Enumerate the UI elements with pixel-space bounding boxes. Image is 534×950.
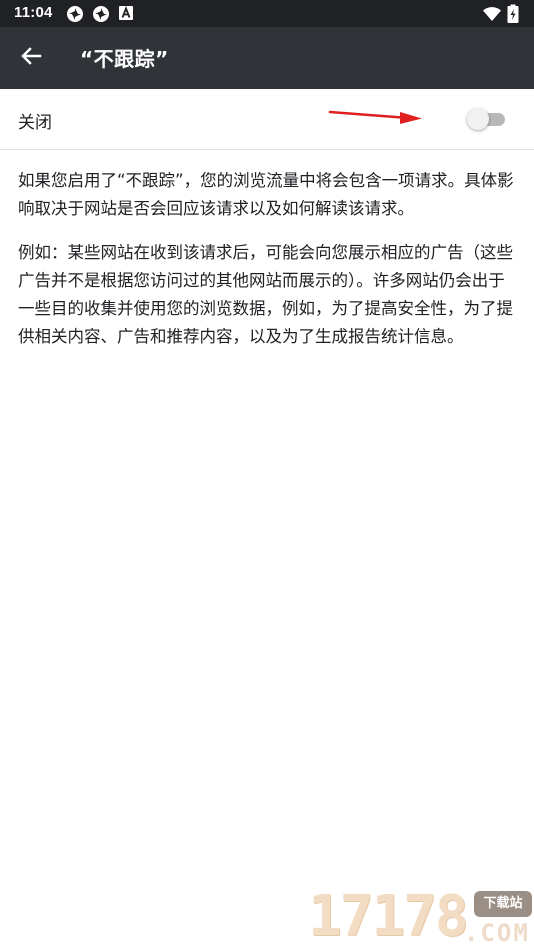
do-not-track-toggle-row[interactable]: 关闭 xyxy=(0,89,534,150)
description-paragraph: 例如：某些网站在收到该请求后，可能会向您展示相应的广告（这些广告并不是根据您访问… xyxy=(18,243,513,346)
watermark-digits: 17178 xyxy=(308,884,469,949)
back-button[interactable] xyxy=(12,39,50,77)
watermark-domain: .COM xyxy=(464,919,530,947)
arrow-left-icon xyxy=(20,45,42,71)
status-time: 11:04 xyxy=(14,4,53,21)
a-box-icon xyxy=(118,5,136,23)
description-content: 如果您启用了“不跟踪”，您的浏览流量中将会包含一项请求。具体影响取决于网站是否会… xyxy=(18,167,518,367)
description-paragraph: 如果您启用了“不跟踪”，您的浏览流量中将会包含一项请求。具体影响取决于网站是否会… xyxy=(18,171,514,218)
app-bar: “不跟踪” xyxy=(0,27,534,89)
annotation-arrow-icon xyxy=(328,110,422,124)
pinwheel-icon xyxy=(66,5,84,23)
battery-charging-icon xyxy=(506,4,526,24)
status-bar: 11:04 xyxy=(0,0,534,27)
toggle-label: 关闭 xyxy=(18,113,52,133)
site-watermark-logo: 17178 下载站 .COM xyxy=(308,883,534,950)
switch-thumb xyxy=(467,108,489,130)
pinwheel-icon xyxy=(92,5,110,23)
wifi-icon xyxy=(482,4,502,24)
do-not-track-switch[interactable] xyxy=(467,108,507,130)
page-title: “不跟踪” xyxy=(80,47,169,71)
watermark-badge: 下载站 xyxy=(474,891,532,917)
